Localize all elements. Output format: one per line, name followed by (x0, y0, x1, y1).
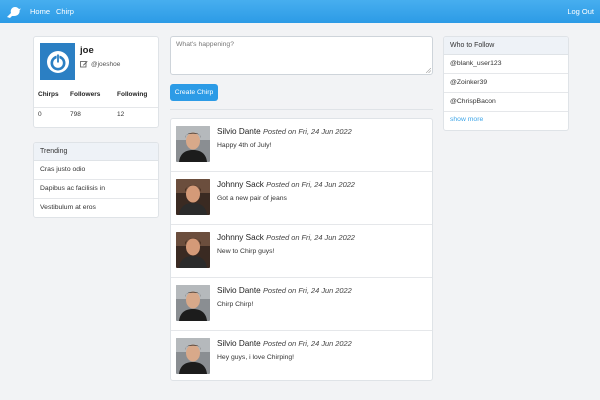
who-to-follow-title: Who to Follow (444, 37, 568, 55)
who-to-follow-card: Who to Follow @blank_user123 @Zoinker39 … (443, 36, 569, 131)
profile-card: joe @joeshoe Chirps Followers Following … (33, 36, 159, 128)
post-author[interactable]: Silvio Dante (217, 127, 261, 136)
compose-divider (170, 109, 433, 110)
stat-label-followers: Followers (70, 91, 101, 98)
trending-title: Trending (34, 143, 158, 161)
post-date: Posted on Fri, 24 Jun 2022 (266, 180, 355, 189)
post-body: Happy 4th of July! (217, 142, 272, 149)
post-author-line: Silvio Dante Posted on Fri, 24 Jun 2022 (217, 339, 352, 348)
post-author-line: Johnny Sack Posted on Fri, 24 Jun 2022 (217, 180, 355, 189)
post-date: Posted on Fri, 24 Jun 2022 (266, 233, 355, 242)
stat-label-following: Following (117, 91, 148, 98)
user-avatar[interactable] (176, 285, 210, 321)
person-photo-icon (176, 285, 210, 321)
logout-link[interactable]: Log Out (567, 7, 594, 16)
chirp-textarea-placeholder: What's happening? (176, 41, 234, 48)
person-photo-icon (176, 232, 210, 268)
follow-suggestion[interactable]: @blank_user123 (444, 55, 568, 74)
stat-value-followers: 798 (70, 111, 81, 118)
bird-logo-icon[interactable] (6, 4, 24, 20)
post-date: Posted on Fri, 24 Jun 2022 (262, 339, 352, 348)
profile-handle-row: @joeshoe (80, 60, 120, 68)
follow-suggestion[interactable]: @Zoinker39 (444, 74, 568, 93)
user-avatar[interactable] (176, 338, 210, 374)
chirp-post: Silvio Dante Posted on Fri, 24 Jun 2022 … (171, 278, 432, 331)
person-photo-icon (176, 338, 210, 374)
chirp-textarea[interactable]: What's happening? (170, 36, 433, 75)
trending-item[interactable]: Dapibus ac facilisis in (34, 180, 158, 199)
post-date: Posted on Fri, 24 Jun 2022 (262, 286, 352, 295)
nav-home-link[interactable]: Home (30, 7, 50, 16)
post-author-line: Silvio Dante Posted on Fri, 24 Jun 2022 (217, 286, 352, 295)
post-body: New to Chirp guys! (217, 248, 275, 255)
trending-item[interactable]: Cras justo odio (34, 161, 158, 180)
post-date: Posted on Fri, 24 Jun 2022 (262, 127, 352, 136)
user-avatar[interactable] (176, 232, 210, 268)
profile-handle: @joeshoe (91, 60, 121, 68)
chirp-post: Silvio Dante Posted on Fri, 24 Jun 2022 … (171, 331, 432, 380)
trending-card: Trending Cras justo odio Dapibus ac faci… (33, 142, 159, 218)
follow-suggestion[interactable]: @ChrispBacon (444, 93, 568, 112)
post-author[interactable]: Silvio Dante (217, 339, 261, 348)
profile-avatar[interactable] (40, 43, 75, 80)
post-body: Hey guys, i love Chirping! (217, 354, 295, 361)
person-photo-icon (176, 126, 210, 162)
post-author-line: Johnny Sack Posted on Fri, 24 Jun 2022 (217, 233, 355, 242)
edit-icon[interactable] (80, 60, 88, 68)
trending-item[interactable]: Vestibulum at eros (34, 199, 158, 217)
resize-handle-icon[interactable] (426, 68, 431, 73)
show-more-link[interactable]: show more (444, 112, 568, 129)
stat-value-following: 12 (117, 111, 125, 118)
person-photo-icon (176, 179, 210, 215)
stat-value-chirps: 0 (38, 111, 42, 118)
top-navbar: Home Chirp Log Out (0, 0, 600, 23)
post-author[interactable]: Silvio Dante (217, 286, 261, 295)
create-chirp-button[interactable]: Create Chirp (170, 84, 218, 101)
post-author[interactable]: Johnny Sack (217, 180, 264, 189)
chirp-post: Silvio Dante Posted on Fri, 24 Jun 2022 … (171, 119, 432, 172)
post-author-line: Silvio Dante Posted on Fri, 24 Jun 2022 (217, 127, 352, 136)
power-icon (46, 50, 69, 73)
user-avatar[interactable] (176, 126, 210, 162)
profile-username: joe (80, 45, 94, 56)
chirp-post: Johnny Sack Posted on Fri, 24 Jun 2022 N… (171, 225, 432, 278)
chirp-post: Johnny Sack Posted on Fri, 24 Jun 2022 G… (171, 172, 432, 225)
user-avatar[interactable] (176, 179, 210, 215)
stats-values: 0 798 12 (34, 107, 158, 121)
post-body: Got a new pair of jeans (217, 195, 287, 202)
stats-header: Chirps Followers Following (34, 91, 158, 105)
stat-label-chirps: Chirps (38, 91, 59, 98)
post-author[interactable]: Johnny Sack (217, 233, 264, 242)
nav-chirp-link[interactable]: Chirp (56, 7, 74, 16)
chirp-feed: Silvio Dante Posted on Fri, 24 Jun 2022 … (170, 118, 433, 381)
post-body: Chirp Chirp! (217, 301, 254, 308)
